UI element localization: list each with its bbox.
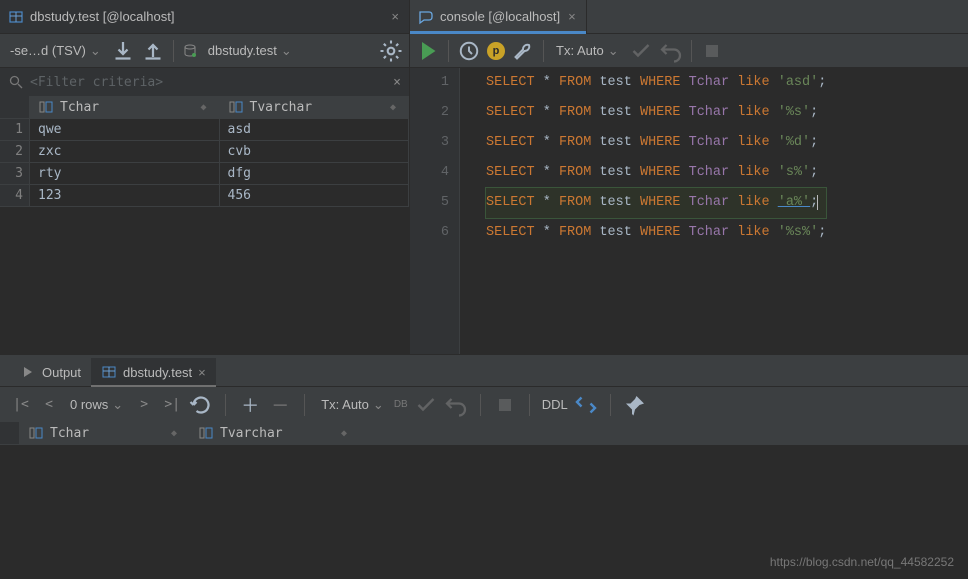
sort-icon[interactable]: ◆: [201, 105, 211, 110]
datasource-label: dbstudy.test: [208, 43, 277, 58]
table-row[interactable]: 3rtydfg: [0, 163, 409, 185]
stop-button-bottom[interactable]: [493, 393, 517, 417]
settings-button[interactable]: [379, 39, 403, 63]
column-icon: [228, 99, 244, 115]
tx-mode-dropdown-bottom[interactable]: Tx: Auto ⌄: [317, 397, 388, 413]
clear-filter-icon[interactable]: ×: [393, 75, 401, 90]
tab-console[interactable]: console [@localhost] ×: [410, 0, 587, 33]
tab-dbstudy-label: dbstudy.test [@localhost]: [30, 9, 174, 24]
sort-icon[interactable]: ◆: [171, 431, 181, 436]
rollback-button-bottom[interactable]: [444, 393, 468, 417]
close-icon[interactable]: ×: [198, 365, 206, 380]
column-icon: [38, 99, 54, 115]
cell-tvarchar[interactable]: asd: [220, 119, 410, 140]
close-icon[interactable]: ×: [566, 9, 578, 24]
grid-header: Tchar ◆ Tvarchar ◆: [0, 96, 409, 119]
next-page-button[interactable]: >: [133, 397, 155, 412]
watermark: https://blog.csdn.net/qq_44582252: [770, 555, 954, 569]
tab-dbstudy-test[interactable]: dbstudy.test [@localhost] ×: [0, 0, 410, 33]
output-grid-tab[interactable]: dbstudy.test ×: [91, 358, 216, 386]
gutter: 1 2 3 4 5 6: [410, 68, 460, 354]
column-header-tvarchar[interactable]: Tvarchar ◆: [220, 96, 410, 118]
close-icon[interactable]: ×: [389, 9, 401, 24]
cell-tvarchar[interactable]: dfg: [220, 163, 410, 184]
editor-body[interactable]: SELECT * FROM test WHERE Tchar like 'asd…: [460, 68, 852, 354]
cell-tchar[interactable]: qwe: [30, 119, 220, 140]
tx-mode-dropdown[interactable]: Tx: Auto ⌄: [552, 43, 623, 59]
db-commit-button[interactable]: DB: [394, 393, 408, 417]
table-row[interactable]: 2zxccvb: [0, 141, 409, 163]
table-row[interactable]: 4123456: [0, 185, 409, 207]
bottom-toolbar: |< < 0 rows ⌄ > >| ＋ － Tx: Auto ⌄ DB DDL: [0, 386, 968, 422]
column-icon: [28, 425, 44, 441]
filter-placeholder: <Filter criteria>: [30, 75, 387, 90]
reload-button[interactable]: [189, 393, 213, 417]
add-row-button[interactable]: ＋: [238, 393, 262, 417]
tab-console-label: console [@localhost]: [440, 9, 560, 24]
table-row[interactable]: 1qweasd: [0, 119, 409, 141]
pin-button[interactable]: [623, 393, 647, 417]
view-mode-label: -se…d (TSV): [10, 43, 86, 58]
cell-tchar[interactable]: zxc: [30, 141, 220, 162]
bottom-column-tchar[interactable]: Tchar ◆: [20, 422, 190, 444]
table-icon: [101, 364, 117, 380]
table-icon: [8, 9, 24, 25]
chevron-down-icon: ⌄: [608, 43, 619, 59]
last-page-button[interactable]: >|: [161, 397, 183, 412]
datasource-icon: [182, 43, 198, 59]
output-grid-label: dbstudy.test: [123, 365, 192, 380]
run-button[interactable]: [416, 39, 440, 63]
import-button[interactable]: [111, 39, 135, 63]
filter-bar[interactable]: <Filter criteria> ×: [0, 68, 409, 96]
row-number: 4: [0, 185, 30, 206]
row-number: 2: [0, 141, 30, 162]
commit-button-bottom[interactable]: [414, 393, 438, 417]
console-icon: [418, 9, 434, 25]
p-badge[interactable]: p: [487, 39, 505, 63]
bottom-column-tvarchar[interactable]: Tvarchar ◆: [190, 422, 360, 444]
chevron-down-icon: ⌄: [281, 43, 292, 59]
compare-button[interactable]: [574, 393, 598, 417]
row-number: 3: [0, 163, 30, 184]
sort-icon[interactable]: ◆: [341, 431, 351, 436]
datasource-dropdown[interactable]: dbstudy.test ⌄: [204, 43, 296, 59]
commit-button[interactable]: [629, 39, 653, 63]
cell-tvarchar[interactable]: 456: [220, 185, 410, 206]
cell-tchar[interactable]: 123: [30, 185, 220, 206]
export-button[interactable]: [141, 39, 165, 63]
cell-tchar[interactable]: rty: [30, 163, 220, 184]
ddl-button[interactable]: DDL: [542, 397, 568, 412]
output-tab-label: Output: [42, 365, 81, 380]
chevron-down-icon: ⌄: [112, 397, 123, 413]
rollback-button[interactable]: [659, 39, 683, 63]
prev-page-button[interactable]: <: [38, 397, 60, 412]
view-mode-dropdown[interactable]: -se…d (TSV) ⌄: [6, 43, 105, 59]
rows-count-label[interactable]: 0 rows ⌄: [66, 397, 127, 413]
chevron-down-icon: ⌄: [90, 43, 101, 59]
output-tab[interactable]: Output: [10, 358, 91, 386]
result-grid: Tchar ◆ Tvarchar ◆ 1qweasd2zxccvb3rtydfg…: [0, 96, 409, 354]
bottom-result-grid: Tchar ◆ Tvarchar ◆: [0, 422, 968, 547]
tools-button[interactable]: [511, 39, 535, 63]
remove-row-button[interactable]: －: [268, 393, 292, 417]
search-icon: [8, 74, 24, 90]
tx-label: Tx: Auto: [556, 43, 604, 58]
sql-editor[interactable]: 1 2 3 4 5 6 SELECT * FROM test WHERE Tch…: [410, 68, 968, 354]
row-number: 1: [0, 119, 30, 140]
first-page-button[interactable]: |<: [10, 397, 32, 412]
column-icon: [198, 425, 214, 441]
run-icon: [20, 364, 36, 380]
stop-button[interactable]: [700, 39, 724, 63]
sort-icon[interactable]: ◆: [390, 105, 400, 110]
cell-tvarchar[interactable]: cvb: [220, 141, 410, 162]
chevron-down-icon: ⌄: [373, 397, 384, 413]
column-header-tchar[interactable]: Tchar ◆: [30, 96, 220, 118]
result-toolbar: -se…d (TSV) ⌄ dbstudy.test ⌄: [0, 34, 409, 68]
history-button[interactable]: [457, 39, 481, 63]
editor-toolbar: p Tx: Auto ⌄: [410, 34, 968, 68]
